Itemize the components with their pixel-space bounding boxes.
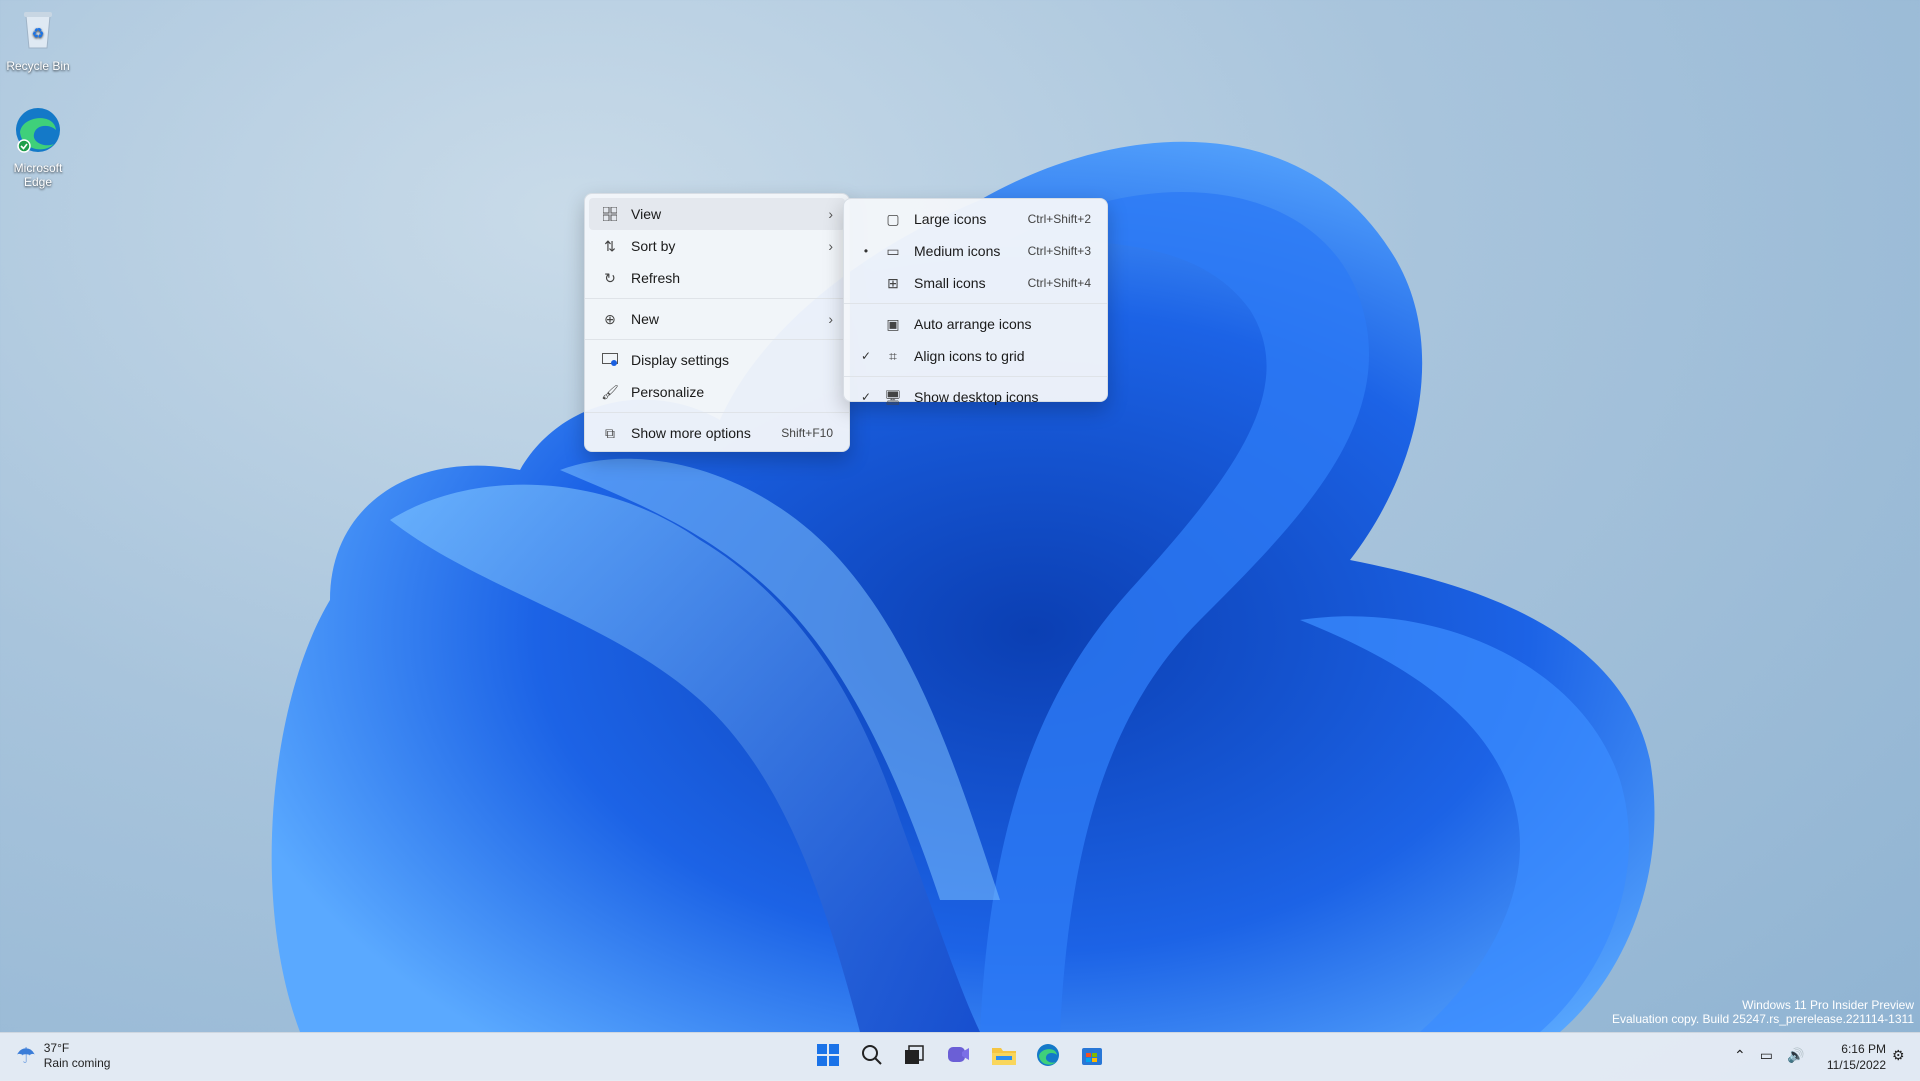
submenu-item-align-to-grid[interactable]: ✓ ⌗ Align icons to grid: [848, 340, 1103, 372]
store-icon: [1081, 1044, 1103, 1071]
selection-mark: •: [863, 244, 869, 258]
menu-item-view[interactable]: View ›: [589, 198, 845, 230]
start-icon: [817, 1043, 839, 1071]
display-icon: [601, 351, 619, 369]
system-tray: ⌃ ▭ 🔊: [1734, 1047, 1804, 1064]
weather-condition: Rain coming: [43, 1056, 111, 1070]
weather-temp: 37°F: [43, 1041, 70, 1055]
medium-icons-icon: ▭: [886, 242, 900, 259]
start-button[interactable]: [810, 1039, 846, 1075]
sort-icon: ⇅: [604, 237, 616, 254]
edge-icon: [1036, 1043, 1060, 1072]
menu-separator: [585, 339, 849, 340]
desktop-icon-edge[interactable]: Microsoft Edge: [0, 106, 76, 189]
submenu-item-label: Align icons to grid: [914, 348, 1025, 364]
menu-item-personalize[interactable]: 🖌 Personalize: [589, 376, 845, 408]
watermark-line: Evaluation copy. Build 25247.rs_prerelea…: [1612, 1012, 1914, 1026]
menu-item-label: Personalize: [631, 384, 705, 400]
large-icons-icon: ▢: [886, 210, 900, 227]
desktop-icon-label: Microsoft Edge: [13, 161, 63, 189]
chevron-right-icon: ›: [828, 206, 833, 222]
shortcut-label: Ctrl+Shift+3: [1027, 244, 1091, 258]
edge-icon: [0, 106, 76, 157]
task-view-button[interactable]: [896, 1039, 932, 1075]
edge-taskbar-button[interactable]: [1030, 1039, 1066, 1075]
task-view-icon: [903, 1044, 925, 1071]
submenu-item-small-icons[interactable]: ⊞ Small icons Ctrl+Shift+4: [848, 267, 1103, 299]
rain-icon: ☂: [16, 1043, 36, 1068]
auto-arrange-icon: ▣: [886, 315, 900, 332]
plus-circle-icon: ⊕: [604, 310, 616, 327]
desktop-icons-icon: 🖥: [884, 388, 902, 405]
submenu-item-label: Small icons: [914, 275, 986, 291]
menu-item-show-more-options[interactable]: ⧉ Show more options Shift+F10: [589, 417, 845, 449]
clock[interactable]: 6:16 PM 11/15/2022: [1816, 1041, 1886, 1073]
submenu-item-show-desktop-icons[interactable]: ✓ 🖥 Show desktop icons: [848, 381, 1103, 413]
weather-widget[interactable]: ☂ 37°F Rain coming: [16, 1041, 110, 1071]
menu-item-label: New: [631, 311, 660, 327]
menu-item-label: Show more options: [631, 425, 751, 441]
submenu-item-label: Show desktop icons: [914, 389, 1039, 405]
volume-icon[interactable]: 🔊: [1787, 1047, 1804, 1064]
submenu-item-label: Medium icons: [914, 243, 1001, 259]
menu-item-new[interactable]: ⊕ New ›: [589, 303, 845, 335]
menu-separator: [844, 376, 1107, 377]
store-button[interactable]: [1074, 1039, 1110, 1075]
shortcut-label: Shift+F10: [781, 426, 833, 440]
taskbar: ☂ 37°F Rain coming ⌃ ▭ 🔊 6:16 PM 11/15/2…: [0, 1032, 1920, 1081]
desktop-icon-label: Recycle Bin: [6, 59, 70, 73]
network-icon[interactable]: ▭: [1760, 1047, 1773, 1064]
menu-separator: [585, 298, 849, 299]
chevron-up-icon[interactable]: ⌃: [1734, 1047, 1746, 1064]
svg-text:♻: ♻: [32, 25, 45, 41]
menu-separator: [585, 412, 849, 413]
wallpaper: [271, 141, 1655, 1032]
menu-item-label: Refresh: [631, 270, 681, 286]
file-explorer-button[interactable]: [986, 1039, 1022, 1075]
menu-item-refresh[interactable]: ↻ Refresh: [589, 262, 845, 294]
view-submenu: ▢ Large icons Ctrl+Shift+2 • ▭ Medium ic…: [843, 198, 1108, 405]
clock-time: 6:16 PM: [1841, 1042, 1886, 1056]
brush-icon: 🖌: [601, 383, 619, 400]
menu-item-label: Display settings: [631, 352, 730, 368]
submenu-item-medium-icons[interactable]: • ▭ Medium icons Ctrl+Shift+3: [848, 235, 1103, 267]
submenu-item-auto-arrange[interactable]: ▣ Auto arrange icons: [848, 308, 1103, 340]
menu-separator: [844, 303, 1107, 304]
grid-icon: [601, 205, 619, 223]
selection-mark: ✓: [860, 349, 872, 363]
submenu-item-label: Large icons: [914, 211, 987, 227]
clock-date: 11/15/2022: [1826, 1058, 1886, 1072]
chevron-right-icon: ›: [828, 238, 833, 254]
submenu-item-label: Auto arrange icons: [914, 316, 1032, 332]
search-button[interactable]: [854, 1039, 890, 1075]
align-grid-icon: ⌗: [889, 347, 897, 364]
small-icons-icon: ⊞: [887, 274, 899, 291]
recycle-bin-icon: ♻: [0, 8, 76, 55]
menu-item-sort-by[interactable]: ⇅ Sort by ›: [589, 230, 845, 262]
menu-item-label: View: [631, 206, 662, 222]
refresh-icon: ↻: [604, 269, 616, 286]
shortcut-label: Ctrl+Shift+2: [1027, 212, 1091, 226]
chat-icon: [947, 1044, 971, 1071]
submenu-item-large-icons[interactable]: ▢ Large icons Ctrl+Shift+2: [848, 203, 1103, 235]
evaluation-watermark: Windows 11 Pro Insider Preview Evaluatio…: [1612, 998, 1914, 1026]
file-explorer-icon: [992, 1045, 1016, 1070]
search-icon: [861, 1044, 883, 1071]
menu-item-label: Sort by: [631, 238, 676, 254]
open-external-icon: ⧉: [605, 424, 615, 441]
watermark-line: Windows 11 Pro Insider Preview: [1742, 998, 1914, 1012]
chat-button[interactable]: [941, 1039, 977, 1075]
notification-icon[interactable]: ⚙: [1892, 1047, 1905, 1064]
desktop-icon-recycle-bin[interactable]: ♻ Recycle Bin: [0, 8, 76, 73]
desktop-context-menu: View › ⇅ Sort by › ↻ Refresh ⊕ New › Dis…: [584, 193, 850, 452]
selection-mark: ✓: [860, 390, 872, 404]
menu-item-display-settings[interactable]: Display settings: [589, 344, 845, 376]
shortcut-label: Ctrl+Shift+4: [1027, 276, 1091, 290]
chevron-right-icon: ›: [828, 311, 833, 327]
